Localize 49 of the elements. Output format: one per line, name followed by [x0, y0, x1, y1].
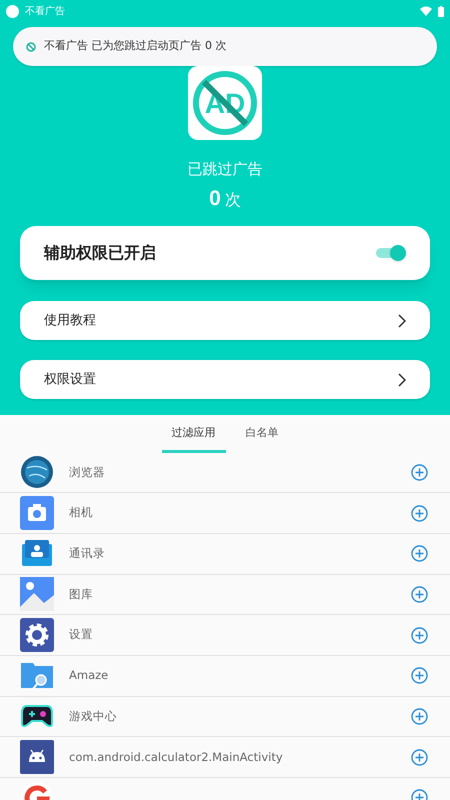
folder-search-icon: [21, 660, 53, 691]
app-name: 设置: [69, 626, 94, 644]
app-row[interactable]: com.android.calculator2.MainActivity: [0, 737, 450, 778]
app-name: 图库: [69, 586, 94, 603]
add-button[interactable]: [411, 464, 428, 481]
globe-icon: [21, 456, 53, 488]
no-ad-icon: [26, 42, 36, 52]
accessibility-label: 辅助权限已开启: [44, 242, 157, 264]
add-button[interactable]: [411, 748, 428, 766]
app-name: 通讯录: [69, 545, 106, 562]
chevron-right-icon: [398, 314, 406, 328]
app-row[interactable]: 游戏中心: [0, 696, 450, 738]
menu-item[interactable]: 使用教程: [20, 301, 430, 340]
add-button[interactable]: [411, 626, 428, 644]
app-row[interactable]: 相机: [0, 493, 450, 534]
app-row[interactable]: 浏览器: [0, 452, 450, 494]
battery-icon: [438, 6, 444, 16]
app-row[interactable]: 设置: [0, 615, 450, 656]
app-name: 相机: [69, 504, 94, 522]
wifi-icon: [420, 6, 432, 16]
add-button[interactable]: [411, 504, 428, 522]
gamepad-icon: [21, 703, 53, 730]
skipped-label: 已跳过广告: [186, 159, 264, 180]
app-row[interactable]: 通讯录: [0, 534, 450, 575]
skipped-count: 0: [209, 186, 221, 212]
contact-card-icon: [22, 540, 52, 568]
add-button[interactable]: [411, 667, 428, 684]
notification-text: 不看广告 已为您跳过启动页广告 0 次: [44, 38, 226, 54]
app-name: Amaze: [69, 667, 110, 684]
add-button[interactable]: [411, 586, 428, 603]
tab[interactable]: 过滤应用: [162, 425, 226, 452]
android-icon: [20, 740, 54, 774]
app-name: com.android.calculator2.MainActivity: [69, 748, 284, 766]
add-button[interactable]: [411, 545, 428, 562]
landscape-image-icon: [20, 577, 54, 612]
app-row[interactable]: 图库: [0, 574, 450, 616]
camera-icon: [20, 496, 54, 530]
add-button[interactable]: [411, 708, 428, 725]
app-name: 游戏中心: [69, 708, 118, 725]
chevron-right-icon: [398, 372, 406, 386]
notification-banner[interactable]: 不看广告 已为您跳过启动页广告 0 次: [13, 27, 437, 66]
status-app-name: 不看广告: [25, 4, 65, 18]
settings-icon: [20, 618, 54, 652]
accessibility-toggle[interactable]: [376, 245, 406, 261]
app-name: 浏览器: [69, 464, 106, 481]
app-row[interactable]: Amaze: [0, 656, 450, 697]
tab[interactable]: 白名单: [236, 425, 288, 452]
menu-item[interactable]: 权限设置: [20, 360, 430, 399]
count-unit: 次: [224, 188, 241, 210]
